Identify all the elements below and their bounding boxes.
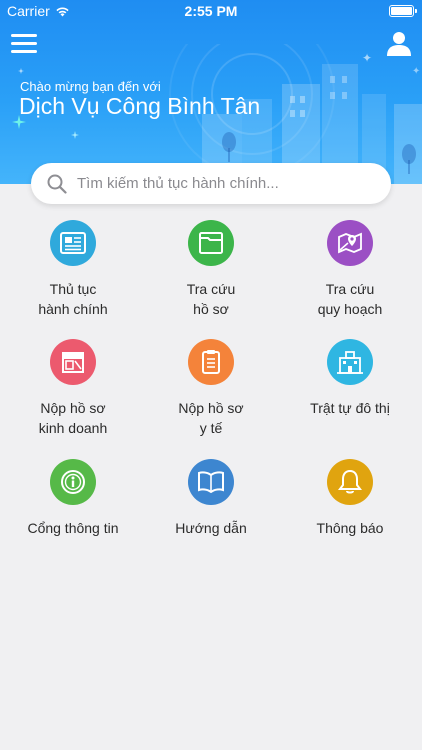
menu-item-label: hành chính	[38, 301, 108, 317]
store-icon	[50, 339, 96, 385]
sparkle-icon	[71, 131, 79, 139]
book-icon	[188, 459, 234, 505]
menu-item-label: y tế	[199, 420, 223, 436]
menu-item-label: Thủ tục	[49, 281, 97, 297]
menu-item-tra-cuu-quy-hoach[interactable]: Tra cứu quy hoạch	[280, 220, 420, 319]
search-placeholder: Tìm kiếm thủ tục hành chính...	[77, 175, 279, 192]
menu-item-thu-tuc-hanh-chinh[interactable]: Thủ tục hành chính	[3, 220, 143, 319]
menu-item-nop-ho-so-kinh-doanh[interactable]: Nộp hồ sơ kinh doanh	[3, 339, 143, 438]
menu-item-label: Trật tự đô thị	[310, 400, 390, 416]
search-bar[interactable]: Tìm kiếm thủ tục hành chính...	[31, 163, 391, 204]
folder-icon	[188, 220, 234, 266]
city-building-icon	[327, 339, 373, 385]
clipboard-icon	[188, 339, 234, 385]
menu-item-label: Tra cứu	[186, 281, 236, 297]
svg-text:✦: ✦	[412, 66, 420, 77]
menu-item-tra-cuu-ho-so[interactable]: Tra cứu hồ sơ	[141, 220, 281, 319]
menu-item-cong-thong-tin[interactable]: Cổng thông tin	[3, 459, 143, 538]
menu-item-label: Cổng thông tin	[27, 520, 119, 536]
header-banner: Carrier 2:55 PM ✦ ✦ Chào mừng bạn đến vớ…	[0, 0, 422, 184]
status-bar: Carrier 2:55 PM	[0, 0, 422, 22]
map-pin-icon	[327, 220, 373, 266]
status-time: 2:55 PM	[184, 3, 238, 19]
battery-icon	[389, 5, 417, 17]
hamburger-icon[interactable]	[11, 34, 37, 54]
menu-item-label: Hướng dẫn	[175, 520, 247, 536]
menu-item-label: kinh doanh	[38, 420, 108, 436]
menu-item-label: Tra cứu	[325, 281, 375, 297]
menu-item-label: quy hoạch	[317, 301, 383, 317]
menu-item-trat-tu-do-thi[interactable]: Trật tự đô thị	[280, 339, 420, 418]
bell-icon	[327, 459, 373, 505]
menu-item-label: Nộp hồ sơ	[40, 400, 106, 416]
document-icon	[50, 220, 96, 266]
svg-text:✦: ✦	[362, 51, 372, 65]
sparkle-icon	[18, 68, 24, 74]
menu-item-huong-dan[interactable]: Hướng dẫn	[141, 459, 281, 538]
search-icon	[47, 174, 67, 194]
menu-item-label: hồ sơ	[193, 301, 229, 317]
menu-item-label: Nộp hồ sơ	[178, 400, 244, 416]
app-title: Dịch Vụ Công Bình Tân	[19, 93, 261, 119]
menu-item-label: Thông báo	[316, 520, 384, 536]
menu-item-thong-bao[interactable]: Thông báo	[280, 459, 420, 538]
welcome-text: Chào mừng bạn đến với	[20, 79, 161, 94]
menu-item-nop-ho-so-y-te[interactable]: Nộp hồ sơ y tế	[141, 339, 281, 438]
info-icon	[50, 459, 96, 505]
